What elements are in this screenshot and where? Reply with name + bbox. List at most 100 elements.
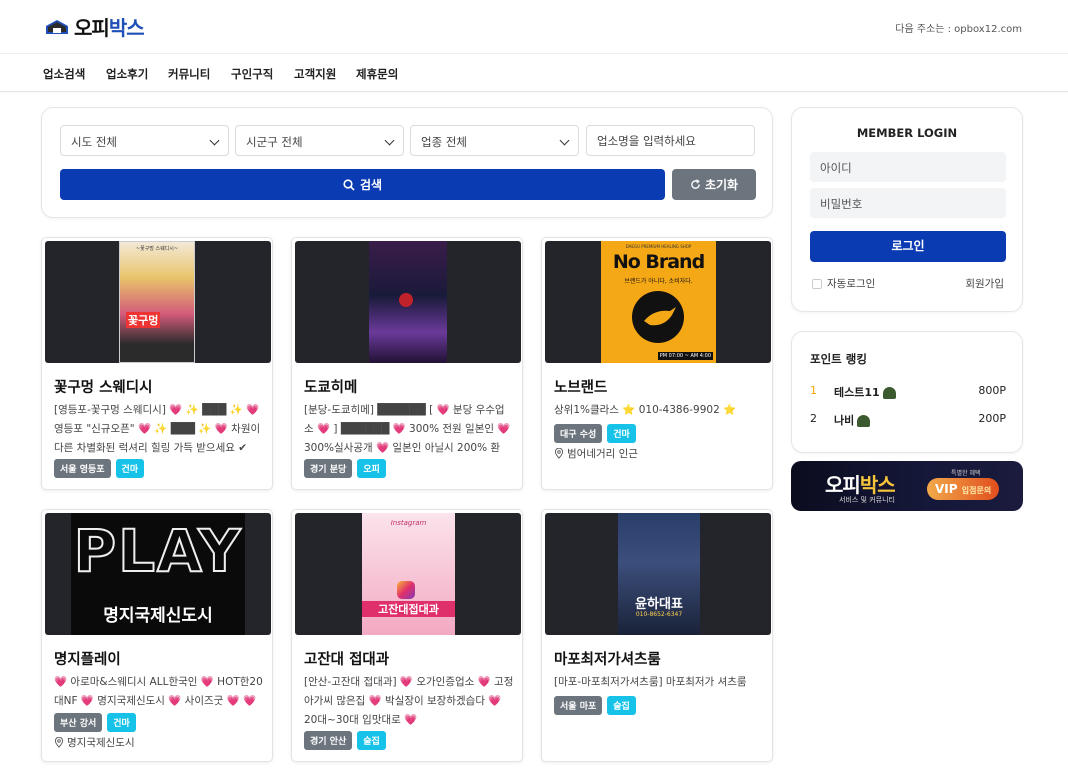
auto-login-label: 자동로그인 <box>827 278 876 290</box>
logo-text: 오피박스 <box>74 16 145 40</box>
member-login-panel: MEMBER LOGIN 아이디 비밀번호 로그인 자동로그인 회원가입 <box>791 107 1023 312</box>
rank-points: 800P <box>978 384 1006 397</box>
password-input[interactable]: 비밀번호 <box>810 188 1006 218</box>
flag-icon <box>399 293 413 307</box>
shop-card-image: Instagram 고잔대접대과 <box>295 513 521 635</box>
chevron-down-icon <box>384 135 395 146</box>
region-tag: 경기 분당 <box>304 459 353 478</box>
shop-name-input[interactable]: 업소명을 입력하세요 <box>586 125 755 156</box>
category-tag: 오피 <box>357 459 386 478</box>
ranking-row: 2 나비 200P <box>810 409 1006 429</box>
poster-text: 윤하대표 <box>635 597 683 612</box>
category-select[interactable]: 업종 전체 <box>410 125 579 156</box>
bird-glyph-icon <box>644 307 676 326</box>
rank-user-name: 테스트11 <box>834 386 880 399</box>
shop-card-title[interactable]: 꽃구멍 스웨디시 <box>54 376 152 397</box>
ranking-title: 포인트 랭킹 <box>810 352 867 366</box>
poster-text: No Brand <box>612 251 705 273</box>
shop-card[interactable]: ~꽃구멍 스웨디시~ 꽃구멍 꽃구멍 스웨디시 [영등포-꽃구멍 스웨디시] 💗… <box>41 237 273 490</box>
shop-card-title[interactable]: 고잔대 접대과 <box>304 648 389 669</box>
nav-item-jobs[interactable]: 구인구직 <box>231 66 273 82</box>
shop-card-tags: 경기 안산 술집 <box>304 731 386 750</box>
shop-card[interactable]: PLAY 명지국제신도시 명지플레이 💗 아로마&스웨디시 ALL한국인 💗 H… <box>41 509 273 762</box>
shop-card-desc: 상위1%클라스 ⭐ 010-4386-9902 ⭐ <box>554 404 737 416</box>
shop-location: 명지국제신도시 <box>54 735 135 750</box>
category-tag: 술집 <box>357 731 386 750</box>
poster-text: 브랜드가 아니다, 소비자다. <box>624 278 693 285</box>
banner-small-text: 특별한 혜택 <box>951 470 981 477</box>
shop-card-title[interactable]: 도쿄히메 <box>304 376 357 397</box>
location-pin-icon <box>54 737 64 748</box>
chevron-down-icon <box>559 135 570 146</box>
rank-user-name: 나비 <box>834 414 855 427</box>
region-tag: 부산 강서 <box>54 713 103 732</box>
vip-banner[interactable]: 오피박스 서비스 및 커뮤니티 특별한 혜택 VIP 입점문의 <box>791 461 1023 511</box>
rank-user[interactable]: 테스트11 <box>834 384 896 400</box>
search-button[interactable]: 검색 <box>60 169 665 200</box>
category-tag: 건마 <box>115 459 145 478</box>
nav-item-shop-search[interactable]: 업소검색 <box>43 66 85 82</box>
checkbox-icon <box>812 278 822 289</box>
shop-card-tags: 대구 수성 건마 <box>554 424 636 443</box>
poster-gojan: Instagram 고잔대접대과 <box>362 513 455 635</box>
bird-icon <box>632 291 684 343</box>
shop-card-desc: 💗 아로마&스웨디시 ALL한국인 💗 HOT한20대NF 💗 명지국제신도시 … <box>54 676 263 707</box>
poster-text: Instagram <box>390 519 427 527</box>
user-id-input[interactable]: 아이디 <box>810 152 1006 182</box>
poster-text: 010-8652-6347 <box>635 611 683 618</box>
site-logo[interactable]: 오피박스 <box>44 12 145 41</box>
join-link[interactable]: 회원가입 <box>965 276 1004 291</box>
poster-text: 꽃구멍 <box>126 312 161 328</box>
banner-logo: 오피박스 <box>825 473 896 497</box>
shop-card-desc: [마포-마포최저가셔츠룸] 마포최저가 셔츠룸 <box>554 676 747 688</box>
shop-card-desc: [영등포-꽃구멍 스웨디시] 💗 ✨ ███ ✨ 💗 영등포 "신규오픈" 💗 … <box>54 404 261 454</box>
rank-number: 1 <box>810 384 817 397</box>
shop-card-tags: 부산 강서 건마 <box>54 713 136 732</box>
rank-number: 2 <box>810 412 817 425</box>
poster-mapo: 윤하대표 010-8652-6347 <box>618 513 700 635</box>
rank-user[interactable]: 나비 <box>834 412 871 428</box>
nav-item-reviews[interactable]: 업소후기 <box>106 66 148 82</box>
nav-item-community[interactable]: 커뮤니티 <box>168 66 210 82</box>
shop-card-title[interactable]: 노브랜드 <box>554 376 607 397</box>
shop-card-tags: 경기 분당 오피 <box>304 459 386 478</box>
rank-points: 200P <box>978 412 1006 425</box>
search-button-label: 검색 <box>359 178 383 192</box>
poster-swedish: ~꽃구멍 스웨디시~ 꽃구멍 <box>119 241 195 363</box>
shop-card-image: ~꽃구멍 스웨디시~ 꽃구멍 <box>45 241 271 363</box>
region-select-value: 시도 전체 <box>71 135 117 149</box>
instagram-icon <box>397 581 415 599</box>
district-select[interactable]: 시군구 전체 <box>235 125 404 156</box>
shop-card[interactable]: 윤하대표 010-8652-6347 마포최저가셔츠룸 [마포-마포최저가셔츠룸… <box>541 509 773 762</box>
shop-card-tags: 서울 영등포 건마 <box>54 459 145 478</box>
auto-login-checkbox[interactable]: 자동로그인 <box>812 276 875 291</box>
region-tag: 경기 안산 <box>304 731 353 750</box>
region-select[interactable]: 시도 전체 <box>60 125 229 156</box>
district-select-value: 시군구 전체 <box>246 135 303 149</box>
login-button[interactable]: 로그인 <box>810 231 1006 262</box>
poster-text: 명지국제신도시 <box>103 606 213 626</box>
shop-card[interactable]: 도쿄히메 [분당-도쿄히메] ██████ [ 💗 분당 우수업소 💗 ] ██… <box>291 237 523 490</box>
shop-card-title[interactable]: 명지플레이 <box>54 648 121 669</box>
shop-card-title[interactable]: 마포최저가셔츠룸 <box>554 648 661 669</box>
search-icon <box>343 178 355 191</box>
nav-item-partnership[interactable]: 제휴문의 <box>356 66 398 82</box>
chevron-down-icon <box>209 135 220 146</box>
shop-card[interactable]: Instagram 고잔대접대과 고잔대 접대과 [안산-고잔대 접대과] 💗 … <box>291 509 523 762</box>
vip-badge: VIP 입점문의 <box>927 478 1000 500</box>
login-title: MEMBER LOGIN <box>856 126 958 140</box>
nav-item-support[interactable]: 고객지원 <box>294 66 336 82</box>
poster-text: 고잔대접대과 <box>362 601 455 617</box>
poster-tokyo <box>369 241 447 363</box>
shop-card-image: 윤하대표 010-8652-6347 <box>545 513 771 635</box>
poster-text: PM 07:00 ~ AM 4:00 <box>657 352 713 360</box>
top-header: 오피박스 다음 주소는 : opbox12.com <box>0 0 1068 54</box>
region-tag: 서울 마포 <box>554 696 603 715</box>
shop-card-image: PLAY 명지국제신도시 <box>45 513 271 635</box>
shop-card-image <box>295 241 521 363</box>
shop-card[interactable]: DAEGU PREMIUM HEALING SHOP No Brand 브랜드가… <box>541 237 773 490</box>
region-tag: 대구 수성 <box>554 424 603 443</box>
next-address: 다음 주소는 : opbox12.com <box>895 24 1022 35</box>
reset-button[interactable]: 초기화 <box>672 169 756 200</box>
refresh-icon <box>691 179 700 189</box>
